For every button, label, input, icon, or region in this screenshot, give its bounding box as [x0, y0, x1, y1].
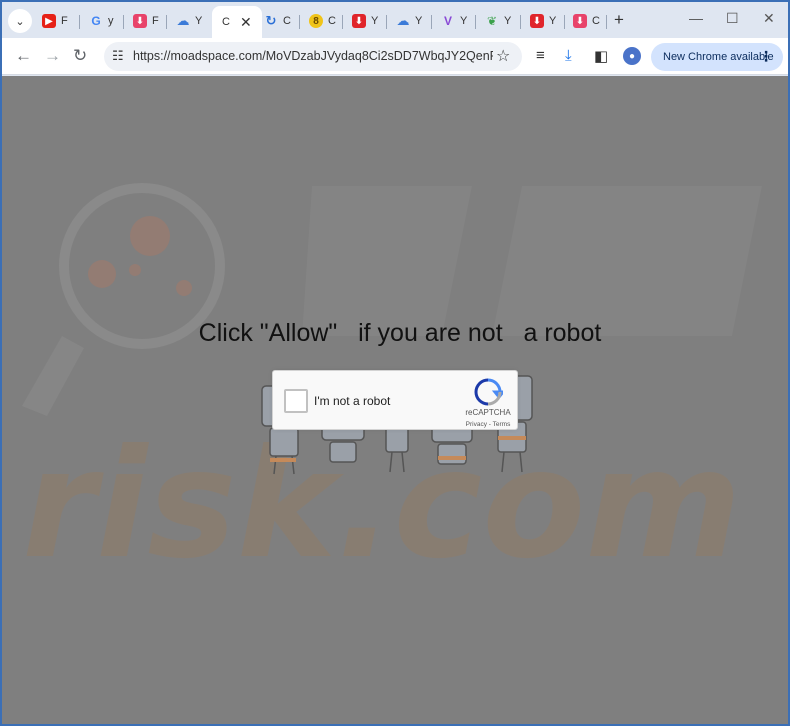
reading-list-icon[interactable]: ≡ [536, 47, 545, 64]
new-tab-button[interactable]: + [614, 10, 624, 30]
tab-separator [606, 15, 607, 29]
maximize-button[interactable]: ☐ [726, 10, 739, 27]
tab-label: Y [415, 15, 423, 27]
forward-arrow-icon: → [44, 46, 61, 65]
recaptcha-widget: I'm not a robot reCAPTCHA Privacy - Term… [272, 370, 518, 430]
bookmark-star-icon[interactable]: ☆ [496, 46, 510, 66]
tab-label: Y [549, 15, 557, 27]
address-bar[interactable]: ☷ https://moadspace.com/MoVDzabJVydaq8Ci… [104, 42, 522, 71]
tab-0[interactable]: ▶ F [42, 11, 68, 31]
tab-search-button[interactable]: ⌄ [8, 9, 32, 33]
reload-icon: ↻ [73, 46, 88, 65]
tab-label: C [222, 16, 230, 28]
tab-separator [342, 15, 343, 29]
tab-separator [564, 15, 565, 29]
tab-separator [123, 15, 124, 29]
tab-label: Y [460, 15, 468, 27]
forward-button[interactable]: → [44, 46, 61, 66]
close-window-button[interactable]: ✕ [763, 10, 775, 27]
close-icon: ✕ [763, 10, 775, 26]
tab-11[interactable]: ⬇ Y [530, 11, 556, 31]
back-arrow-icon: ← [15, 46, 32, 65]
reload-button[interactable]: ↻ [73, 46, 87, 66]
tab-separator [475, 15, 476, 29]
tab-label: F [152, 15, 159, 27]
download-shield-icon: ⬇ [133, 14, 147, 28]
tab-label: Y [504, 15, 512, 27]
side-panel-icon[interactable]: ◧ [594, 47, 608, 65]
tab-2[interactable]: ⬇ F [133, 11, 159, 31]
tab-label: C [328, 15, 336, 27]
tab-label: y [108, 15, 114, 27]
tab-separator [299, 15, 300, 29]
update-label: New Chrome available [663, 51, 774, 63]
tab-6[interactable]: 8C [309, 11, 336, 31]
page-headline: Click "Allow" if you are not a robot [198, 319, 602, 347]
tab-strip: ⌄ ▶ F Gy ⬇ F ☁ Y C ✕ ↻ C 8C ⬇ Y ☁ Y VY ❦ Y ⬇ Y ⬇ C… [2, 2, 788, 38]
minimize-icon: — [689, 10, 703, 26]
leaf-icon: ❦ [486, 14, 498, 28]
tab-separator [386, 15, 387, 29]
tab-separator [79, 15, 80, 29]
new-chrome-available-button[interactable]: New Chrome available ⋮ [651, 43, 783, 71]
circular-arrow-icon: ↻ [265, 13, 277, 28]
tab-label: F [61, 15, 68, 27]
tab-separator [431, 15, 432, 29]
profile-avatar-icon[interactable]: ● [623, 47, 641, 65]
close-tab-icon[interactable]: ✕ [240, 14, 252, 31]
google-icon: G [91, 14, 101, 28]
not-a-robot-checkbox[interactable] [284, 389, 308, 413]
tab-3[interactable]: ☁ Y [176, 11, 203, 31]
youtube-icon: ▶ [42, 14, 56, 28]
red-download-icon: ⬇ [530, 14, 544, 28]
minimize-button[interactable]: — [689, 10, 703, 26]
tab-4-active[interactable]: C ✕ [212, 6, 262, 38]
pink-download-icon: ⬇ [573, 14, 587, 28]
cloud-download-icon: ☁ [176, 13, 190, 28]
tab-label: C [283, 15, 291, 27]
tab-separator [520, 15, 521, 29]
plus-icon: + [614, 10, 624, 29]
captcha-label: I'm not a robot [314, 394, 391, 408]
maximize-icon: ☐ [726, 10, 739, 26]
coin-icon: 8 [309, 14, 323, 28]
url-text[interactable]: https://moadspace.com/MoVDzabJVydaq8Ci2s… [133, 49, 493, 63]
tab-9[interactable]: VY [441, 11, 467, 31]
browser-window: ⌄ ▶ F Gy ⬇ F ☁ Y C ✕ ↻ C 8C ⬇ Y ☁ Y VY ❦ Y ⬇ Y ⬇ C… [0, 0, 790, 726]
tab-label: Y [195, 15, 203, 27]
recaptcha-brand: reCAPTCHA [465, 408, 511, 417]
tab-1[interactable]: Gy [89, 11, 114, 31]
site-info-icon[interactable]: ☷ [112, 48, 124, 64]
tab-5[interactable]: ↻ C [264, 11, 291, 31]
tab-7[interactable]: ⬇ Y [352, 11, 378, 31]
v-logo-icon: V [443, 14, 452, 28]
menu-dots-icon[interactable]: ⋮ [759, 48, 773, 65]
tab-12[interactable]: ⬇ C [573, 11, 600, 31]
cloud-download-icon: ☁ [396, 13, 410, 28]
browser-toolbar: ← → ↻ ☷ https://moadspace.com/MoVDzabJVy… [2, 38, 788, 75]
chevron-down-icon: ⌄ [15, 15, 25, 28]
downloads-icon[interactable]: ⤓ [565, 47, 572, 64]
tab-label: Y [371, 15, 379, 27]
tab-separator [166, 15, 167, 29]
tab-label: C [592, 15, 600, 27]
red-download-icon: ⬇ [352, 14, 366, 28]
tab-10[interactable]: ❦ Y [485, 11, 511, 31]
tab-8[interactable]: ☁ Y [396, 11, 423, 31]
page-content: risk.com Click "Allow" if you are not a … [2, 76, 788, 724]
back-button[interactable]: ← [15, 46, 32, 66]
privacy-terms-links[interactable]: Privacy - Terms [451, 421, 525, 428]
recaptcha-logo-icon [474, 378, 503, 406]
